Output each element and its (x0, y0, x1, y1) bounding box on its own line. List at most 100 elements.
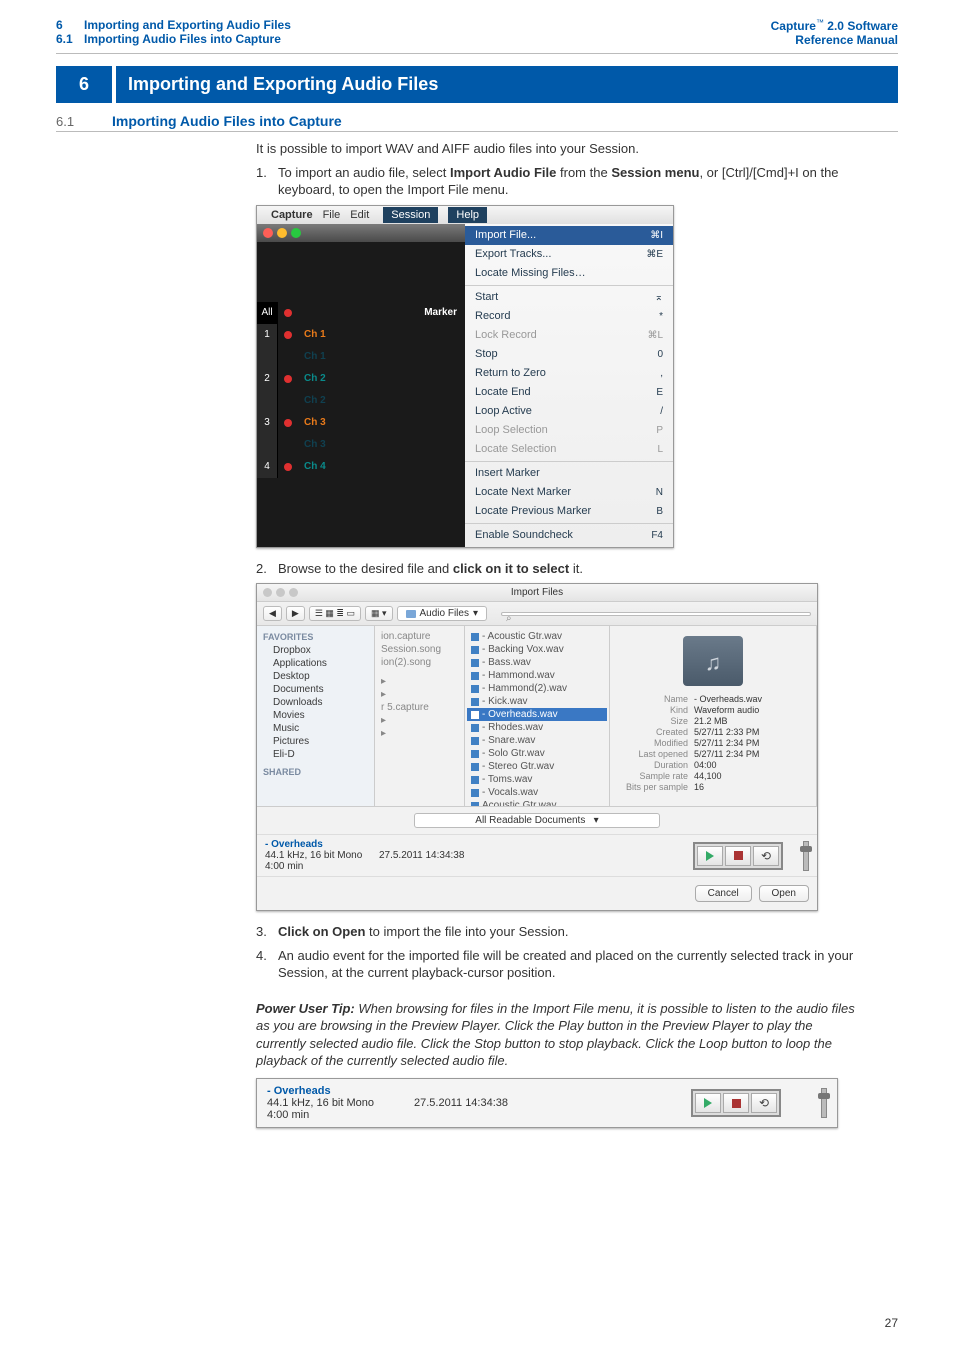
file-item[interactable]: - Solo Gtr.wav (467, 747, 607, 760)
file-item[interactable]: - Snare.wav (467, 734, 607, 747)
track-4-num: 4 (257, 456, 278, 478)
step-3: 3. Click on Open to import the file into… (256, 923, 858, 941)
list-item[interactable]: ion.capture (377, 630, 462, 643)
file-type-select[interactable]: All Readable Documents ▾ (414, 813, 659, 828)
preview-player: ⟲ (691, 1089, 781, 1117)
file-item[interactable]: - Hammond.wav (467, 669, 607, 682)
mac-menubar: Capture File Edit Session Help (257, 206, 673, 224)
file-item[interactable]: - Backing Vox.wav (467, 643, 607, 656)
sidebar-downloads[interactable]: Downloads (263, 696, 368, 709)
menu-return-zero[interactable]: Return to Zero, (465, 364, 673, 383)
list-item[interactable]: r 5.capture (377, 701, 462, 714)
header-section-title: Importing Audio Files into Capture (84, 32, 281, 46)
list-item[interactable]: ▸ (377, 688, 462, 701)
menubar-session[interactable]: Session (383, 207, 438, 223)
open-button[interactable]: Open (759, 885, 809, 902)
record-arm-icon[interactable] (278, 419, 298, 427)
page-header: 6Importing and Exporting Audio Files 6.1… (56, 18, 898, 47)
menu-start[interactable]: Start⌅ (465, 288, 673, 307)
sidebar-movies[interactable]: Movies (263, 709, 368, 722)
header-divider (56, 53, 898, 54)
volume-slider[interactable] (821, 1088, 827, 1118)
menu-stop[interactable]: Stop0 (465, 345, 673, 364)
loop-button[interactable]: ⟲ (751, 1093, 777, 1113)
file-item[interactable]: - Bass.wav (467, 656, 607, 669)
play-button[interactable] (695, 1093, 721, 1113)
list-item[interactable]: Session.song (377, 643, 462, 656)
file-item[interactable]: - Rhodes.wav (467, 721, 607, 734)
file-item[interactable]: - Vocals.wav (467, 786, 607, 799)
sidebar-applications[interactable]: Applications (263, 657, 368, 670)
header-section-num: 6.1 (56, 32, 84, 46)
cancel-button[interactable]: Cancel (695, 885, 752, 902)
track-row-1[interactable]: 1Ch 1 (257, 324, 465, 346)
track-row-2[interactable]: 2Ch 2 (257, 368, 465, 390)
session-menu-screenshot: Capture File Edit Session Help All Marke… (256, 205, 674, 548)
menubar-file[interactable]: File (323, 209, 341, 221)
sidebar-documents[interactable]: Documents (263, 683, 368, 696)
finder-column-2: ion.capture Session.song ion(2).song ▸ ▸… (375, 626, 465, 806)
track-row-4[interactable]: 4Ch 4 (257, 456, 465, 478)
window-controls[interactable] (263, 588, 298, 597)
dialog-toolbar: ◀ ▶ ☰ ▦ ≣ ▭ ▦ ▾ Audio Files▾ (257, 602, 817, 626)
track-all-row[interactable]: All Marker (257, 302, 465, 324)
file-item[interactable]: - Acoustic Gtr.wav (467, 630, 607, 643)
file-item[interactable]: - Toms.wav (467, 773, 607, 786)
menubar-help[interactable]: Help (448, 207, 487, 223)
file-item[interactable]: Acoustic Gtr.wav (467, 799, 607, 806)
menu-export-tracks[interactable]: Export Tracks...⌘E (465, 245, 673, 264)
menu-record[interactable]: Record* (465, 307, 673, 326)
record-arm-icon[interactable] (278, 331, 298, 339)
list-item[interactable]: ▸ (377, 675, 462, 688)
menu-import-file[interactable]: Import File...⌘I (465, 226, 673, 245)
track-row-3[interactable]: 3Ch 3 (257, 412, 465, 434)
search-input[interactable] (501, 612, 811, 616)
nav-forward-button[interactable]: ▶ (286, 606, 305, 621)
menu-loop-active[interactable]: Loop Active/ (465, 402, 673, 421)
path-selector[interactable]: Audio Files▾ (397, 606, 488, 621)
view-mode-button[interactable]: ☰ ▦ ≣ ▭ (309, 606, 361, 621)
file-item[interactable]: - Kick.wav (467, 695, 607, 708)
chapter-number: 6 (56, 66, 112, 103)
window-controls[interactable] (257, 224, 465, 242)
track-row-2b: Ch 2 (257, 390, 465, 412)
list-item[interactable]: ▸ (377, 727, 462, 740)
sidebar-pictures[interactable]: Pictures (263, 735, 368, 748)
record-arm-icon[interactable] (278, 463, 298, 471)
file-item-selected[interactable]: - Overheads.wav (467, 708, 607, 721)
menubar-capture[interactable]: Capture (271, 209, 313, 221)
stop-button[interactable] (723, 1093, 749, 1113)
menubar-edit[interactable]: Edit (350, 209, 369, 221)
nav-back-button[interactable]: ◀ (263, 606, 282, 621)
menu-locate-end[interactable]: Locate EndE (465, 383, 673, 402)
folder-icon (406, 610, 416, 618)
file-item[interactable]: - Stereo Gtr.wav (467, 760, 607, 773)
stop-button[interactable] (725, 846, 751, 866)
view-options-button[interactable]: ▦ ▾ (365, 606, 393, 621)
step-1-bold-2: Session menu (611, 165, 699, 180)
menu-locate-next[interactable]: Locate Next MarkerN (465, 483, 673, 502)
record-arm-icon[interactable] (278, 375, 298, 383)
menu-insert-marker[interactable]: Insert Marker (465, 464, 673, 483)
sidebar-music[interactable]: Music (263, 722, 368, 735)
menu-enable-soundcheck[interactable]: Enable SoundcheckF4 (465, 526, 673, 545)
volume-slider[interactable] (803, 841, 809, 871)
file-item[interactable]: - Hammond(2).wav (467, 682, 607, 695)
sidebar-desktop[interactable]: Desktop (263, 670, 368, 683)
menu-locate-missing[interactable]: Locate Missing Files… (465, 264, 673, 283)
record-arm-icon[interactable] (278, 309, 298, 317)
finder-file-list: - Acoustic Gtr.wav - Backing Vox.wav - B… (465, 626, 610, 806)
menu-locate-prev[interactable]: Locate Previous MarkerB (465, 502, 673, 521)
loop-button[interactable]: ⟲ (753, 846, 779, 866)
session-dropdown-menu: Import File...⌘I Export Tracks...⌘E Loca… (465, 224, 673, 547)
step-1-text-b: from the (556, 165, 611, 180)
track-1-sub: Ch 1 (298, 351, 326, 362)
sidebar-elid[interactable]: Eli-D (263, 748, 368, 761)
track-row-3b: Ch 3 (257, 434, 465, 456)
list-item[interactable]: ▸ (377, 714, 462, 727)
track-1-num: 1 (257, 324, 278, 346)
play-button[interactable] (697, 846, 723, 866)
sidebar-dropbox[interactable]: Dropbox (263, 644, 368, 657)
list-item[interactable]: ion(2).song (377, 656, 462, 669)
intro-paragraph: It is possible to import WAV and AIFF au… (256, 140, 858, 158)
